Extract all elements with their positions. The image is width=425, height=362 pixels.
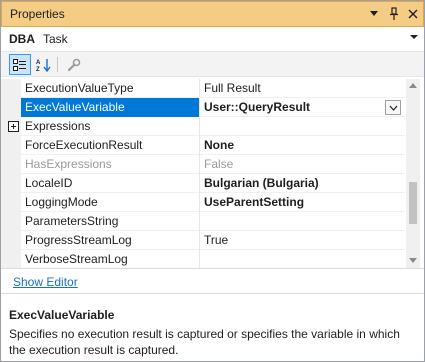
property-name: ForceExecutionResult	[25, 138, 143, 152]
property-value[interactable]: True	[199, 231, 405, 250]
property-row[interactable]: ParametersString	[1, 212, 405, 231]
svg-text:A: A	[36, 60, 41, 66]
commands-pane: Show Editor	[1, 268, 424, 294]
scroll-down-arrow-icon[interactable]	[409, 258, 417, 263]
property-name: ParametersString	[25, 214, 119, 228]
show-editor-link[interactable]: Show Editor	[13, 275, 78, 289]
categorized-view-button[interactable]	[9, 54, 31, 75]
property-row-selected[interactable]: ExecValueVariable User::QueryResult	[1, 98, 405, 117]
property-value[interactable]: Bulgarian (Bulgaria)	[199, 174, 405, 193]
property-name: Expressions	[25, 119, 91, 133]
property-name: ExecutionValueType	[25, 81, 134, 95]
properties-window: Properties DBA Task A Z ExecutionValueTy…	[0, 0, 425, 362]
sort-az-icon: A Z	[36, 58, 51, 72]
row-gutter	[1, 231, 21, 250]
pin-icon[interactable]	[386, 5, 402, 23]
property-value[interactable]	[199, 250, 405, 269]
property-value[interactable]	[199, 212, 405, 231]
title-bar[interactable]: Properties	[1, 1, 424, 27]
toolbar-separator	[57, 57, 58, 72]
description-text: Specifies no execution result is capture…	[9, 327, 400, 357]
expand-icon[interactable]	[8, 121, 19, 132]
property-name: VerboseStreamLog	[25, 252, 128, 266]
property-value[interactable]: None	[199, 136, 405, 155]
property-row[interactable]: LocaleID Bulgarian (Bulgaria)	[1, 174, 405, 193]
property-row[interactable]: LoggingMode UseParentSetting	[1, 193, 405, 212]
row-gutter	[1, 136, 21, 155]
property-value[interactable]	[199, 117, 405, 136]
object-name: DBA	[9, 32, 35, 46]
property-value[interactable]: Full Result	[199, 79, 405, 98]
window-position-chevron-down-icon[interactable]	[366, 5, 382, 23]
property-name: LocaleID	[25, 176, 73, 190]
description-pane: ExecValueVariable Specifies no execution…	[1, 303, 424, 361]
description-title: ExecValueVariable	[9, 308, 115, 322]
wrench-icon	[67, 58, 81, 71]
property-grid: ExecutionValueType Full Result ExecValue…	[1, 79, 405, 269]
property-name: HasExpressions	[25, 157, 112, 171]
close-icon[interactable]	[405, 5, 421, 23]
property-name: LoggingMode	[25, 195, 98, 209]
property-value[interactable]: UseParentSetting	[199, 193, 405, 212]
property-pages-button[interactable]	[63, 54, 85, 75]
value-dropdown-button[interactable]	[385, 100, 401, 115]
object-selector[interactable]: DBA Task	[1, 28, 424, 50]
property-row[interactable]: ExecutionValueType Full Result	[1, 79, 405, 98]
property-category-row[interactable]: Expressions	[1, 117, 405, 136]
window-title: Properties	[10, 7, 65, 21]
scroll-thumb[interactable]	[409, 182, 417, 224]
property-row[interactable]: ForceExecutionResult None	[1, 136, 405, 155]
row-gutter	[1, 250, 21, 269]
object-type: Task	[43, 32, 68, 46]
categorized-icon	[13, 58, 26, 71]
vertical-scrollbar[interactable]	[406, 79, 420, 268]
property-row[interactable]: VerboseStreamLog	[1, 250, 405, 269]
row-gutter	[1, 155, 21, 174]
chevron-down-icon	[389, 105, 397, 111]
properties-toolbar: A Z	[1, 51, 424, 77]
property-row[interactable]: ProgressStreamLog True	[1, 231, 405, 250]
svg-text:Z: Z	[36, 67, 40, 72]
property-value: False	[199, 155, 405, 174]
property-value-combo[interactable]: User::QueryResult	[199, 98, 405, 117]
row-gutter	[1, 193, 21, 212]
row-gutter	[1, 79, 21, 98]
row-gutter	[1, 174, 21, 193]
row-gutter	[1, 98, 21, 117]
alphabetical-view-button[interactable]: A Z	[33, 54, 55, 75]
scroll-up-arrow-icon[interactable]	[409, 83, 417, 88]
row-gutter	[1, 212, 21, 231]
property-row[interactable]: HasExpressions False	[1, 155, 405, 174]
object-selector-dropdown-icon[interactable]	[410, 35, 418, 39]
property-name: ProgressStreamLog	[25, 233, 132, 247]
property-name: ExecValueVariable	[21, 98, 199, 117]
